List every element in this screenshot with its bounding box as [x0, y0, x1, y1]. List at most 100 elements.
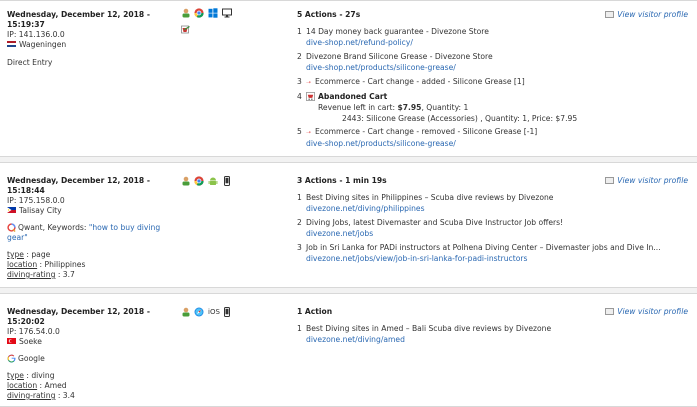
action-url[interactable]: divezone.net/diving/amed — [306, 334, 686, 345]
custom-var-value: : 3.4 — [55, 391, 75, 400]
visitor-profile-icon — [605, 307, 615, 315]
custom-var-type: type : page — [7, 250, 177, 260]
smartphone-icon — [224, 176, 230, 186]
visit-icons — [181, 8, 241, 34]
custom-var-key: location — [7, 260, 38, 269]
custom-var-value: : 3.7 — [55, 270, 75, 279]
custom-var-key: diving-rating — [7, 391, 56, 400]
action-title: Job in Sri Lanka for PADi instructors at… — [306, 243, 661, 252]
person-icon[interactable] — [181, 8, 191, 18]
visit-row: Wednesday, December 12, 2018 - 15:19:37 … — [0, 0, 697, 157]
profile-link-label: View visitor profile — [617, 307, 688, 316]
google-icon — [7, 354, 16, 363]
action-title: Best Diving sites in Amed – Bali Scuba d… — [306, 324, 552, 333]
custom-var-type: type : diving — [7, 371, 177, 381]
visit-row: Wednesday, December 12, 2018 - 15:20:02 … — [0, 293, 697, 407]
action-url[interactable]: dive-shop.net/products/silicone-grease/ — [306, 62, 686, 73]
visit-row: Wednesday, December 12, 2018 - 15:18:44 … — [0, 162, 697, 288]
action-url[interactable]: divezone.net/jobs/view/job-in-sri-lanka-… — [306, 253, 686, 264]
ios-label: iOS — [208, 308, 220, 316]
action-number: 2 — [297, 52, 302, 61]
ecommerce-arrow-icon: ➝ — [306, 129, 312, 136]
ecommerce-arrow-icon: ➝ — [306, 79, 312, 86]
visit-city: Soeke — [19, 337, 42, 346]
visit-info: Wednesday, December 12, 2018 - 15:19:37 … — [7, 10, 177, 68]
windows-icon — [208, 8, 218, 18]
cart-icon — [306, 91, 315, 101]
visit-ip: IP: 175.158.0.0 — [7, 196, 65, 205]
visit-icons: iOS — [181, 307, 241, 319]
visit-referrer: Google — [7, 354, 177, 364]
custom-var-value: : Philippines — [37, 260, 86, 269]
chrome-icon — [194, 8, 204, 18]
monitor-icon — [222, 8, 232, 18]
custom-var-key: location — [7, 381, 38, 390]
turkey-flag-icon — [7, 338, 16, 344]
visit-icons — [181, 176, 241, 188]
action-title: Ecommerce - Cart change - added - Silico… — [315, 77, 525, 86]
safari-icon — [194, 307, 204, 317]
referrer-label: Google — [18, 354, 45, 363]
visit-info: Wednesday, December 12, 2018 - 15:20:02 … — [7, 307, 177, 401]
custom-var-rating: diving-rating : 3.7 — [7, 270, 177, 280]
cart-revenue-label: Revenue left in cart: — [318, 103, 398, 112]
action-url[interactable]: divezone.net/diving/philippines — [306, 203, 686, 214]
actions-panel: 1 Action 1 Best Diving sites in Amed – B… — [297, 307, 597, 344]
actions-summary: 3 Actions - 1 min 19s — [297, 176, 387, 185]
smartphone-icon — [224, 307, 230, 317]
chrome-icon — [194, 176, 204, 186]
custom-var-value: : page — [23, 250, 51, 259]
custom-var-key: diving-rating — [7, 270, 56, 279]
cart-revenue-value: $7.95 — [397, 103, 422, 112]
view-visitor-profile-link[interactable]: View visitor profile — [605, 176, 688, 186]
custom-var-location: location : Philippines — [7, 260, 177, 270]
action-number: 2 — [297, 218, 302, 227]
goal-icon — [181, 25, 190, 34]
custom-var-key: type — [7, 371, 24, 380]
netherlands-flag-icon — [7, 41, 16, 47]
action-title: Abandoned Cart — [318, 92, 388, 101]
action-url[interactable]: divezone.net/jobs — [306, 228, 686, 239]
action-number: 1 — [297, 324, 302, 333]
cart-item: 2443: Silicone Grease (Accessories) , Qu… — [342, 114, 578, 123]
action-title: Best Diving sites in Philippines – Scuba… — [306, 193, 554, 202]
person-icon[interactable] — [181, 307, 191, 317]
visit-ip: IP: 176.54.0.0 — [7, 327, 60, 336]
cart-quantity: , Quantity: 1 — [421, 103, 469, 112]
view-visitor-profile-link[interactable]: View visitor profile — [605, 307, 688, 317]
custom-var-rating: diving-rating : 3.4 — [7, 391, 177, 401]
action-url[interactable]: dive-shop.net/refund-policy/ — [306, 37, 686, 48]
actions-panel: 5 Actions - 27s 1 14 Day money back guar… — [297, 10, 597, 148]
view-visitor-profile-link[interactable]: View visitor profile — [605, 10, 688, 20]
actions-panel: 3 Actions - 1 min 19s 1 Best Diving site… — [297, 176, 661, 263]
philippines-flag-icon — [7, 207, 16, 213]
action-url[interactable]: dive-shop.net/products/silicone-grease/ — [306, 138, 686, 149]
referrer-label: Qwant, Keywords: — [18, 223, 89, 232]
actions-summary: 5 Actions - 27s — [297, 10, 361, 19]
visit-location: Wageningen — [7, 40, 177, 50]
visit-city: Talisay City — [19, 206, 62, 215]
action-number: 1 — [297, 27, 302, 36]
action-title: Ecommerce - Cart change - removed - Sili… — [315, 127, 538, 136]
visit-time: 15:20:02 — [7, 317, 45, 326]
action-number: 3 — [297, 77, 302, 86]
visit-location: Talisay City — [7, 206, 177, 216]
action-number: 5 — [297, 127, 302, 136]
visit-date: Wednesday, December 12, 2018 - — [7, 176, 151, 185]
custom-var-key: type — [7, 250, 24, 259]
action-number: 4 — [297, 92, 302, 101]
visit-referrer: Direct Entry — [7, 58, 53, 67]
action-number: 3 — [297, 243, 302, 252]
visit-city: Wageningen — [19, 40, 67, 49]
person-icon[interactable] — [181, 176, 191, 186]
android-icon — [208, 177, 218, 185]
profile-link-label: View visitor profile — [617, 10, 688, 19]
visit-location: Soeke — [7, 337, 177, 347]
visit-ip: IP: 141.136.0.0 — [7, 30, 65, 39]
action-number: 1 — [297, 193, 302, 202]
visit-date: Wednesday, December 12, 2018 - — [7, 10, 151, 19]
action-title: Diving Jobs, latest Divemaster and Scuba… — [306, 218, 564, 227]
qwant-icon — [7, 222, 16, 232]
visit-referrer: Qwant, Keywords: "how to buy diving gear… — [7, 222, 167, 243]
visit-time: 15:18:44 — [7, 186, 45, 195]
